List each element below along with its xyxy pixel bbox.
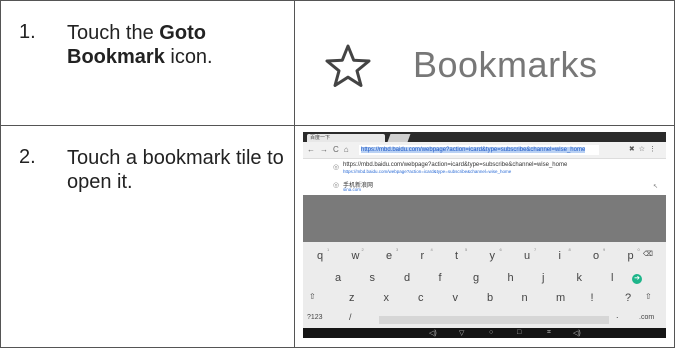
key-z[interactable]: z [349,292,355,304]
suggestion-title: https://mbd.baidu.com/webpage?action=ica… [343,162,568,168]
key-v[interactable]: v [453,292,459,304]
shift-key[interactable]: ⇧ [309,292,316,301]
url-input[interactable]: https://mbd.baidu.com/webpage?action=ica… [359,145,599,155]
space-key[interactable] [379,316,609,324]
suggestion-url: https://mbd.baidu.com/webpage?action=ica… [343,169,512,174]
bookmarks-label: Bookmarks [413,44,598,85]
key-g[interactable]: g [473,272,479,284]
key-q[interactable]: q [317,250,323,262]
key-l[interactable]: l [611,272,613,284]
bookmark-illustration: Bookmarks [325,43,598,87]
key-c[interactable]: c [418,292,424,304]
step-number: 1. [19,21,36,43]
key-b[interactable]: b [487,292,493,304]
step-2-image-cell: 百度一下 ←→C⌂ https://mbd.baidu.com/webpage?… [294,125,675,348]
globe-icon: ◎ [333,164,340,171]
android-nav-bar: ◁) ▽ ○ □ ⌗ ◁) [303,328,666,338]
nav-icons[interactable]: ←→C⌂ [307,145,354,154]
shift-key-right[interactable]: ⇧ [645,292,652,301]
key-r[interactable]: r [421,250,425,262]
key-p[interactable]: p [628,250,634,262]
key-m[interactable]: m [556,292,565,304]
step-row-1: 1. Touch the Goto Bookmark icon. Bookmar… [0,0,675,126]
key-hint: 9 [603,247,606,252]
key-![interactable]: ! [591,292,594,304]
step-text: Touch a bookmark tile to open it. [67,147,284,193]
key-o[interactable]: o [593,250,599,262]
browser-tab[interactable]: 百度一下 [307,134,385,142]
key-hint: 5 [465,247,468,252]
new-tab-button[interactable] [387,134,411,142]
key-a[interactable]: a [335,272,341,284]
key-hint: 0 [637,247,640,252]
home-icon[interactable]: ○ [489,329,493,336]
key-j[interactable]: j [542,272,544,284]
key-hint: 8 [568,247,571,252]
url-text: https://mbd.baidu.com/webpage?action=ica… [361,147,586,153]
key-?[interactable]: ? [625,292,631,304]
suggestion-url: sina.com [343,187,362,192]
key-hint: 2 [361,247,364,252]
key-hint: 3 [396,247,399,252]
suggestion-item[interactable]: ◎ 手机新浪网 sina.com ↖ [303,177,666,195]
step-1-image-cell: Bookmarks [294,0,675,126]
fill-arrow-icon[interactable]: ↖ [653,183,658,190]
key-hint: 7 [534,247,537,252]
key-y[interactable]: y [490,250,496,262]
step-text-part: icon. [164,46,213,68]
tab-bar: 百度一下 [303,132,666,142]
globe-icon: ◎ [333,182,340,189]
key-t[interactable]: t [455,250,458,262]
screenshot-icon[interactable]: ⌗ [547,329,551,337]
on-screen-keyboard: ➔ ?123 / . .com ⇧ ⇧ ⌫ q1 w2 e3 r4 t 5 y6 u7 i 8 o9… [303,242,666,328]
step-number: 2. [19,146,36,168]
key-hint: 6 [499,247,502,252]
backspace-icon[interactable]: ⌫ [643,250,653,258]
dotcom-key[interactable]: .com [639,314,654,321]
key-e[interactable]: e [386,250,392,262]
step-2-instruction-cell: 2. Touch a bookmark tile to open it. [0,125,295,348]
key-h[interactable]: h [508,272,514,284]
key-n[interactable]: n [522,292,528,304]
go-key[interactable]: ➔ [632,274,642,284]
key-hint: 1 [327,247,330,252]
key-w[interactable]: w [352,250,360,262]
steps-table: 1. Touch the Goto Bookmark icon. Bookmar… [0,0,675,348]
key-u[interactable]: u [524,250,530,262]
key-k[interactable]: k [577,272,583,284]
dot-key[interactable]: . [616,310,619,320]
slash-key[interactable]: / [349,312,352,322]
back-icon[interactable]: ▽ [459,329,464,337]
dimmed-page [303,195,666,245]
volume-icon[interactable]: ◁) [429,329,437,337]
suggestion-item[interactable]: ◎ https://mbd.baidu.com/webpage?action=i… [303,159,666,177]
address-bar: ←→C⌂ https://mbd.baidu.com/webpage?actio… [303,142,666,159]
browser-screenshot: 百度一下 ←→C⌂ https://mbd.baidu.com/webpage?… [303,132,666,338]
key-d[interactable]: d [404,272,410,284]
step-1-instruction-cell: 1. Touch the Goto Bookmark icon. [0,0,295,126]
key-x[interactable]: x [384,292,390,304]
symbols-key[interactable]: ?123 [307,314,323,321]
key-s[interactable]: s [370,272,376,284]
menu-icons[interactable]: ✖☆⋮ [629,145,660,153]
star-outline-icon [325,44,371,87]
volume-up-icon[interactable]: ◁) [573,329,581,337]
step-text-part: Touch the [67,22,160,44]
recents-icon[interactable]: □ [517,329,521,336]
key-f[interactable]: f [439,272,442,284]
key-i[interactable]: i [559,250,561,262]
step-text: Touch the Goto Bookmark icon. [67,21,289,69]
step-row-2: 2. Touch a bookmark tile to open it. 百度一… [0,125,675,348]
key-hint: 4 [430,247,433,252]
